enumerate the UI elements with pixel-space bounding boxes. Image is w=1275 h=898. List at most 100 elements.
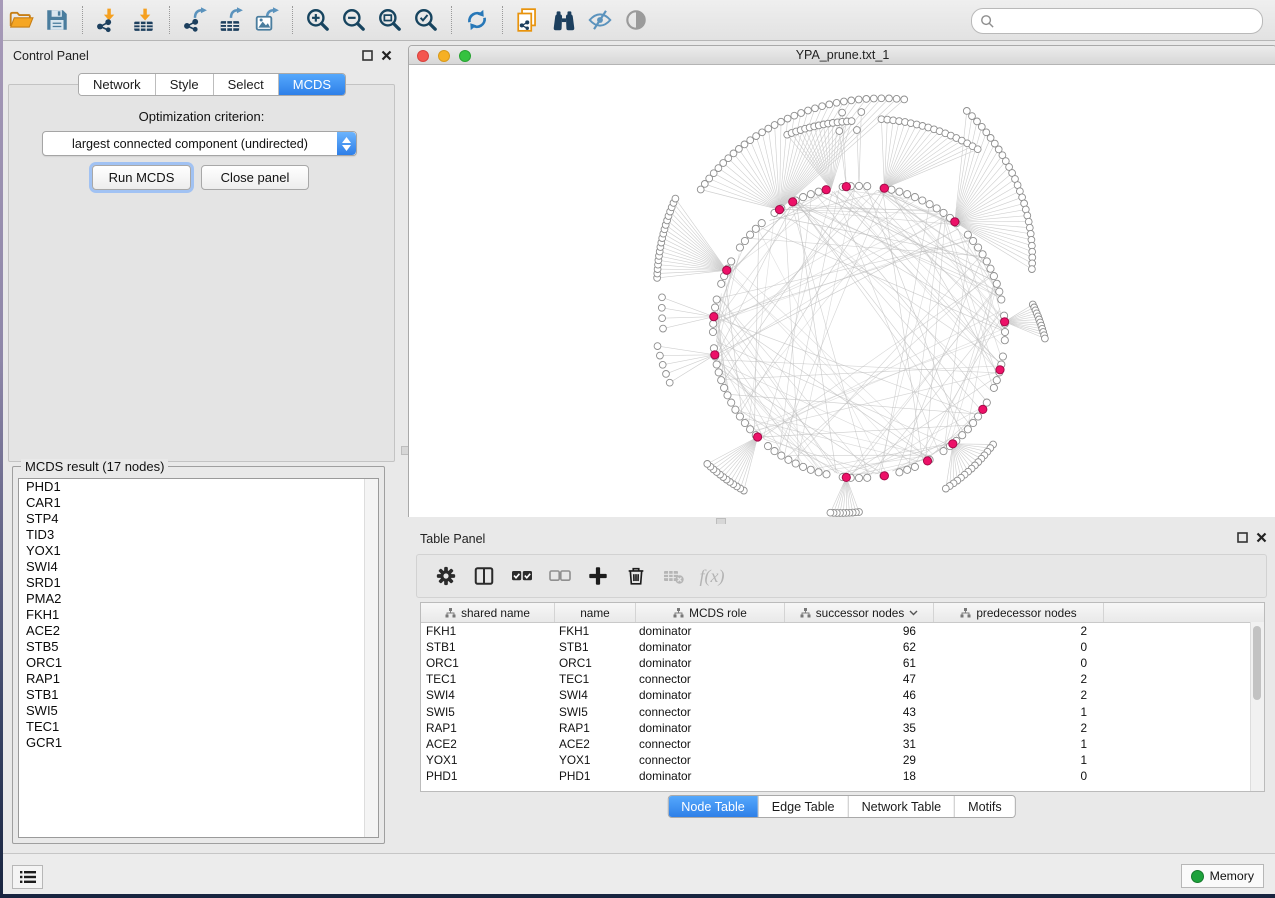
search-field[interactable] — [971, 8, 1263, 34]
graph-node[interactable] — [1001, 337, 1008, 344]
graph-node[interactable] — [736, 146, 743, 153]
graph-node[interactable] — [888, 186, 895, 193]
graph-node[interactable] — [771, 448, 778, 455]
close-panel-button[interactable]: Close panel — [201, 165, 309, 190]
graph-node[interactable] — [863, 96, 870, 103]
graph-node[interactable] — [827, 509, 834, 516]
import-network-icon[interactable] — [90, 4, 126, 36]
save-session-icon[interactable] — [39, 4, 75, 36]
column-header-predecessor-nodes[interactable]: predecessor nodes — [934, 603, 1104, 622]
mcds-hub-node[interactable] — [842, 473, 850, 481]
graph-node[interactable] — [660, 325, 667, 332]
tab-network[interactable]: Network — [79, 74, 156, 95]
mcds-result-item[interactable]: GCR1 — [19, 735, 378, 751]
mcds-hub-node[interactable] — [710, 313, 718, 321]
mcds-result-item[interactable]: PMA2 — [19, 591, 378, 607]
graph-node[interactable] — [987, 265, 994, 272]
graph-node[interactable] — [970, 237, 977, 244]
graph-node[interactable] — [815, 188, 822, 195]
graph-node[interactable] — [709, 328, 716, 335]
graph-node[interactable] — [864, 474, 871, 481]
graph-node[interactable] — [878, 95, 885, 102]
graph-node[interactable] — [886, 95, 893, 102]
graph-node[interactable] — [666, 379, 673, 386]
mcds-result-item[interactable]: TID3 — [19, 527, 378, 543]
table-row[interactable]: ORC1ORC1dominator610 — [421, 655, 1264, 671]
graph-node[interactable] — [741, 237, 748, 244]
table-row[interactable]: SWI5SWI5connector431 — [421, 703, 1264, 719]
graph-node[interactable] — [993, 280, 1000, 287]
graph-node[interactable] — [747, 137, 754, 144]
mcds-result-item[interactable]: ORC1 — [19, 655, 378, 671]
graph-node[interactable] — [870, 95, 877, 102]
mcds-hub-node[interactable] — [1001, 318, 1009, 326]
close-panel-icon[interactable] — [380, 49, 392, 61]
graph-node[interactable] — [654, 343, 661, 350]
graph-node[interactable] — [736, 244, 743, 251]
mcds-hub-node[interactable] — [996, 366, 1004, 374]
graph-node[interactable] — [713, 361, 720, 368]
mcds-result-item[interactable]: SRD1 — [19, 575, 378, 591]
float-panel-icon[interactable] — [361, 49, 373, 61]
graph-node[interactable] — [784, 115, 791, 122]
graph-node[interactable] — [778, 118, 785, 125]
graph-node[interactable] — [904, 191, 911, 198]
graph-node[interactable] — [728, 399, 735, 406]
tab-mcds[interactable]: MCDS — [279, 74, 345, 95]
mcds-result-item[interactable]: PHD1 — [19, 479, 378, 495]
mcds-hub-node[interactable] — [789, 198, 797, 206]
graph-node[interactable] — [855, 182, 862, 189]
graph-node[interactable] — [911, 463, 918, 470]
graph-node[interactable] — [721, 384, 728, 391]
graph-node[interactable] — [710, 320, 717, 327]
graph-node[interactable] — [712, 304, 719, 311]
graph-node[interactable] — [970, 419, 977, 426]
memory-button[interactable]: Memory — [1181, 864, 1264, 888]
graph-node[interactable] — [778, 452, 785, 459]
table-row[interactable]: SWI4SWI4dominator462 — [421, 687, 1264, 703]
column-header-successor-nodes[interactable]: successor nodes — [785, 603, 934, 622]
graph-node[interactable] — [753, 133, 760, 140]
graph-node[interactable] — [718, 280, 725, 287]
graph-node[interactable] — [657, 352, 664, 359]
graph-node[interactable] — [979, 251, 986, 258]
table-row[interactable]: RAP1RAP1dominator352 — [421, 720, 1264, 736]
graph-node[interactable] — [855, 474, 862, 481]
graph-node[interactable] — [759, 129, 766, 136]
mcds-result-item[interactable]: STB5 — [19, 639, 378, 655]
graph-node[interactable] — [826, 101, 833, 108]
show-glyph-icon[interactable] — [618, 4, 654, 36]
mcds-result-item[interactable]: TEC1 — [19, 719, 378, 735]
show-panels-list-button[interactable] — [12, 865, 43, 889]
graph-node[interactable] — [815, 469, 822, 476]
graph-node[interactable] — [800, 463, 807, 470]
graph-node[interactable] — [672, 195, 679, 202]
graph-node[interactable] — [741, 419, 748, 426]
zoom-in-icon[interactable] — [300, 4, 336, 36]
mcds-hub-node[interactable] — [775, 206, 783, 214]
graph-node[interactable] — [659, 315, 666, 322]
export-image-icon[interactable] — [249, 4, 285, 36]
graph-node[interactable] — [919, 197, 926, 204]
graph-node[interactable] — [758, 220, 765, 227]
clone-network-icon[interactable] — [510, 4, 546, 36]
criterion-dropdown[interactable]: largest connected component (undirected) — [42, 131, 357, 156]
graph-node[interactable] — [752, 225, 759, 232]
graph-node[interactable] — [975, 413, 982, 420]
delete-row-icon[interactable] — [617, 559, 655, 593]
tab-edge-table[interactable]: Edge Table — [759, 796, 849, 817]
run-mcds-button[interactable]: Run MCDS — [92, 165, 191, 190]
graph-node[interactable] — [791, 112, 798, 119]
show-columns-icon[interactable] — [465, 559, 503, 593]
table-row[interactable]: FKH1FKH1dominator962 — [421, 623, 1264, 639]
float-panel-icon[interactable] — [1236, 531, 1248, 543]
tab-motifs[interactable]: Motifs — [955, 796, 1015, 817]
graph-node[interactable] — [858, 109, 865, 116]
table-row[interactable]: YOX1YOX1connector291 — [421, 752, 1264, 768]
graph-node[interactable] — [964, 426, 971, 433]
mcds-hub-node[interactable] — [754, 433, 762, 441]
mcds-result-item[interactable]: YOX1 — [19, 543, 378, 559]
graph-node[interactable] — [911, 194, 918, 201]
graph-node[interactable] — [983, 258, 990, 265]
mcds-hub-node[interactable] — [949, 440, 957, 448]
